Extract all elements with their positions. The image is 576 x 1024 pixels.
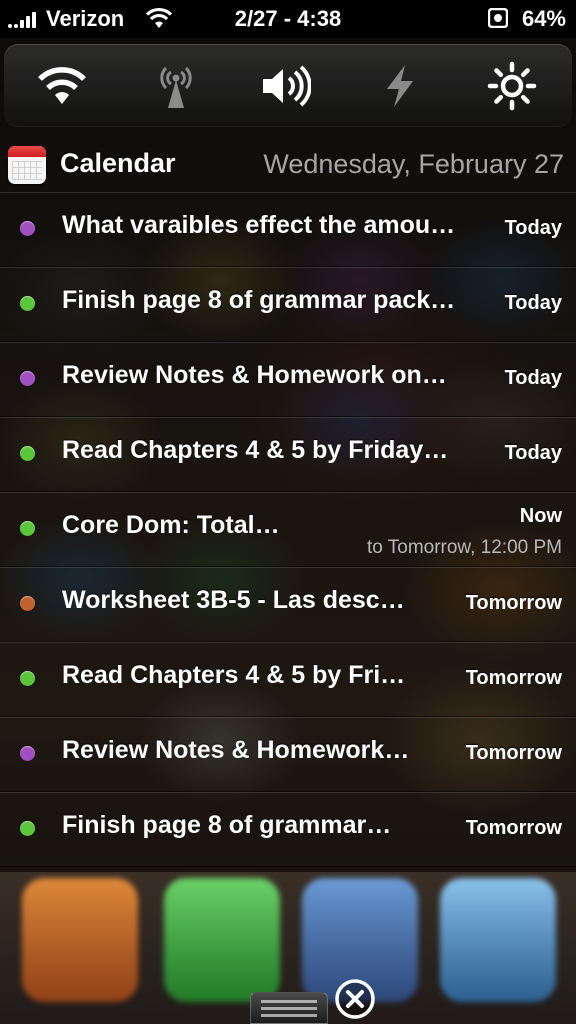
sound-toggle[interactable] — [258, 58, 314, 114]
status-bar: Verizon 2/27 - 4:38 64% — [0, 0, 576, 38]
close-circle-icon[interactable] — [334, 978, 376, 1020]
calendar-title: Calendar — [60, 148, 176, 178]
grabber-handle-icon[interactable] — [250, 992, 328, 1024]
event-color-dot — [20, 371, 35, 386]
event-color-dot — [20, 821, 35, 836]
event-title: Finish page 8 of grammar… — [62, 811, 392, 839]
battery-percentage: 64% — [521, 6, 566, 31]
event-when: Now — [519, 505, 562, 527]
event-when: Tomorrow — [465, 742, 562, 764]
quick-toggles-panel — [4, 44, 572, 126]
calendar-event[interactable]: Review Notes & Homework… Tomorrow — [0, 717, 576, 792]
calendar-date: Wednesday, February 27 — [263, 149, 564, 179]
event-when: Tomorrow — [465, 667, 562, 689]
event-title: Read Chapters 4 & 5 by Fri… — [62, 661, 406, 689]
speaker-icon — [263, 65, 311, 107]
calendar-event[interactable]: Read Chapters 4 & 5 by Friday… Today — [0, 417, 576, 492]
event-title: Review Notes & Homework… — [62, 736, 410, 764]
calendar-app-icon — [8, 146, 46, 184]
event-color-dot — [20, 221, 35, 236]
event-color-dot — [20, 596, 35, 611]
orientation-lock-icon — [488, 8, 508, 28]
event-color-dot — [20, 296, 35, 311]
event-title: What varaibles effect the amou… — [62, 211, 456, 239]
calendar-event[interactable]: Worksheet 3B-5 - Las desc… Tomorrow — [0, 567, 576, 642]
cellular-tower-icon — [160, 66, 192, 108]
brightness-toggle[interactable] — [484, 58, 540, 114]
wifi-toggle[interactable] — [34, 58, 90, 114]
wifi-icon — [38, 67, 86, 104]
event-end-time: to Tomorrow, 12:00 PM — [366, 537, 562, 558]
event-when: Today — [504, 442, 562, 464]
calendar-event[interactable]: Core Dom: Total… Now to Tomorrow, 12:00 … — [0, 492, 576, 567]
event-when: Today — [504, 217, 562, 239]
calendar-event[interactable]: What varaibles effect the amou… Today — [0, 192, 576, 267]
event-color-dot — [20, 521, 35, 536]
event-color-dot — [20, 671, 35, 686]
event-when: Today — [504, 292, 562, 314]
event-title: Review Notes & Homework on… — [62, 361, 447, 389]
event-color-dot — [20, 446, 35, 461]
calendar-event[interactable]: Read Chapters 4 & 5 by Fri… Tomorrow — [0, 642, 576, 717]
calendar-event[interactable]: Review Notes & Homework on… Today — [0, 342, 576, 417]
event-when: Tomorrow — [465, 817, 562, 839]
calendar-event[interactable]: Finish page 8 of grammar pack… Today — [0, 267, 576, 342]
calendar-event[interactable]: Finish page 8 of grammar… Tomorrow — [0, 792, 576, 867]
calendar-section-header[interactable]: Calendar Wednesday, February 27 — [0, 136, 576, 192]
lightning-icon — [387, 65, 413, 107]
event-title: Core Dom: Total… — [62, 511, 280, 539]
calendar-event-list: What varaibles effect the amou… Today Fi… — [0, 192, 576, 867]
sun-icon — [487, 61, 537, 111]
event-title: Finish page 8 of grammar pack… — [62, 286, 456, 314]
event-when: Tomorrow — [465, 592, 562, 614]
event-title: Read Chapters 4 & 5 by Friday… — [62, 436, 449, 464]
data-toggle[interactable] — [148, 58, 204, 114]
event-title: Worksheet 3B-5 - Las desc… — [62, 586, 405, 614]
event-color-dot — [20, 746, 35, 761]
event-when: Today — [504, 367, 562, 389]
power-toggle[interactable] — [372, 58, 428, 114]
